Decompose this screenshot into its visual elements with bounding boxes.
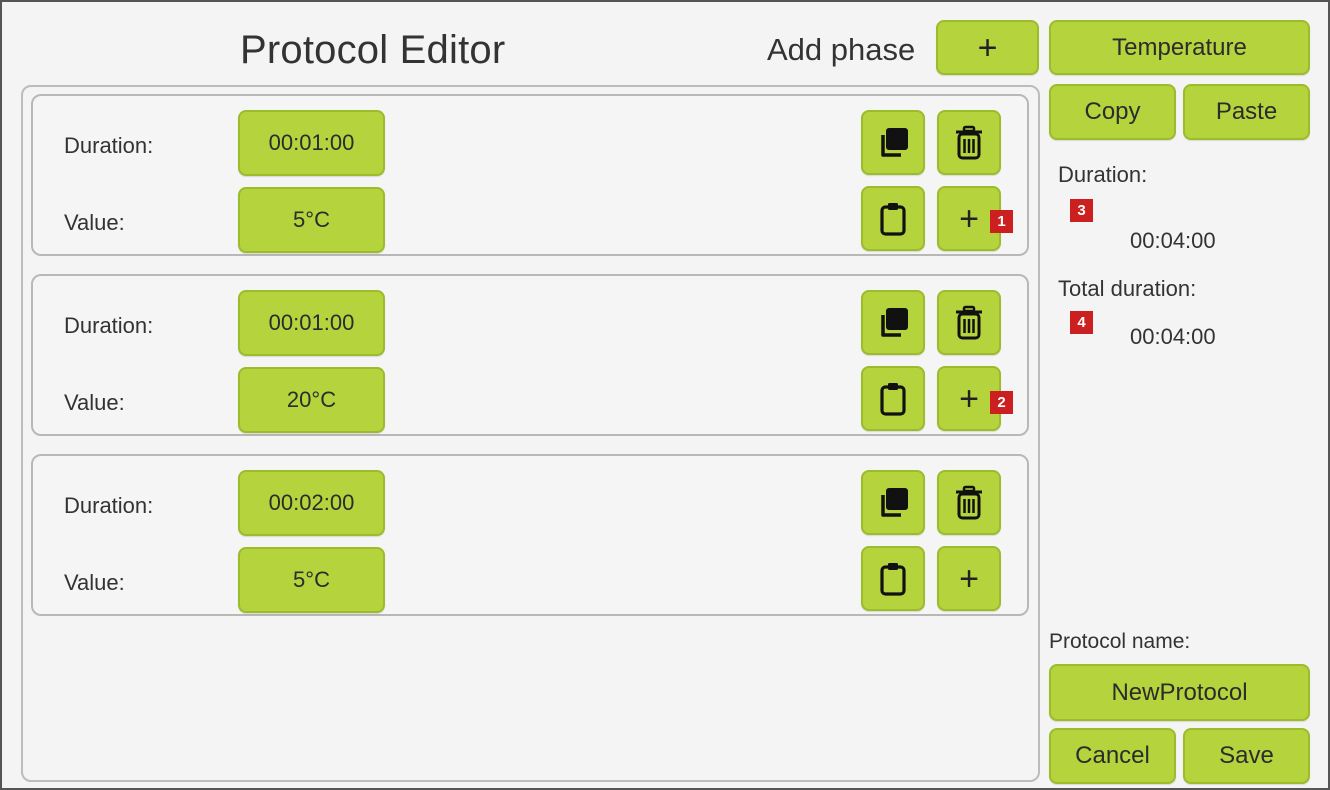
value-label: Value: [64, 210, 125, 235]
protocol-name-field[interactable]: NewProtocol [1049, 664, 1310, 721]
clipboard-icon [880, 382, 906, 416]
total-duration-value: 00:04:00 [1130, 324, 1216, 349]
duration-field[interactable]: 00:02:00 [238, 470, 385, 536]
plus-icon: + [959, 559, 979, 598]
trash-icon [956, 485, 982, 519]
annotation-marker-4: 4 [1070, 311, 1093, 334]
value-field[interactable]: 20°C [238, 367, 385, 433]
protocol-name-label: Protocol name: [1049, 630, 1191, 653]
phase-card: Duration: 00:01:00 Value: 20°C + [31, 274, 1029, 436]
duration-label: Duration: [64, 493, 154, 518]
protocol-editor-window: Protocol Editor Add phase + Duration: 00… [0, 0, 1330, 790]
paste-phase-button[interactable] [861, 546, 925, 611]
add-phase-after-button[interactable]: + [937, 546, 1001, 611]
trash-icon [956, 125, 982, 159]
total-duration-label: Total duration: [1058, 276, 1197, 301]
page-title: Protocol Editor [240, 28, 506, 72]
temperature-button[interactable]: Temperature [1049, 20, 1310, 75]
duplicate-icon [881, 127, 908, 157]
delete-phase-button[interactable] [937, 110, 1001, 175]
delete-phase-button[interactable] [937, 290, 1001, 355]
annotation-marker-3: 3 [1070, 199, 1093, 222]
phase-card: Duration: 00:01:00 Value: 5°C + [31, 94, 1029, 256]
duplicate-phase-button[interactable] [861, 110, 925, 175]
duplicate-icon [881, 487, 908, 517]
value-label: Value: [64, 570, 125, 595]
clipboard-icon [880, 202, 906, 236]
phase-card: Duration: 00:02:00 Value: 5°C + [31, 454, 1029, 616]
annotation-marker-1: 1 [990, 210, 1013, 233]
duration-field[interactable]: 00:01:00 [238, 110, 385, 176]
add-phase-button[interactable]: + [936, 20, 1039, 75]
clipboard-icon [880, 562, 906, 596]
cancel-button[interactable]: Cancel [1049, 728, 1176, 784]
plus-icon: + [977, 28, 998, 67]
copy-button[interactable]: Copy [1049, 84, 1176, 140]
duration-value: 00:04:00 [1130, 228, 1216, 253]
duration-field[interactable]: 00:01:00 [238, 290, 385, 356]
value-field[interactable]: 5°C [238, 187, 385, 253]
add-phase-label: Add phase [767, 32, 916, 67]
duration-label: Duration: [64, 133, 154, 158]
paste-phase-button[interactable] [861, 186, 925, 251]
value-label: Value: [64, 390, 125, 415]
plus-icon: + [959, 379, 979, 418]
paste-phase-button[interactable] [861, 366, 925, 431]
paste-button[interactable]: Paste [1183, 84, 1310, 140]
plus-icon: + [959, 199, 979, 238]
duplicate-phase-button[interactable] [861, 470, 925, 535]
duplicate-phase-button[interactable] [861, 290, 925, 355]
trash-icon [956, 305, 982, 339]
delete-phase-button[interactable] [937, 470, 1001, 535]
annotation-marker-2: 2 [990, 391, 1013, 414]
duplicate-icon [881, 307, 908, 337]
duration-label: Duration: [64, 313, 154, 338]
value-field[interactable]: 5°C [238, 547, 385, 613]
save-button[interactable]: Save [1183, 728, 1310, 784]
duration-label: Duration: [1058, 162, 1148, 187]
